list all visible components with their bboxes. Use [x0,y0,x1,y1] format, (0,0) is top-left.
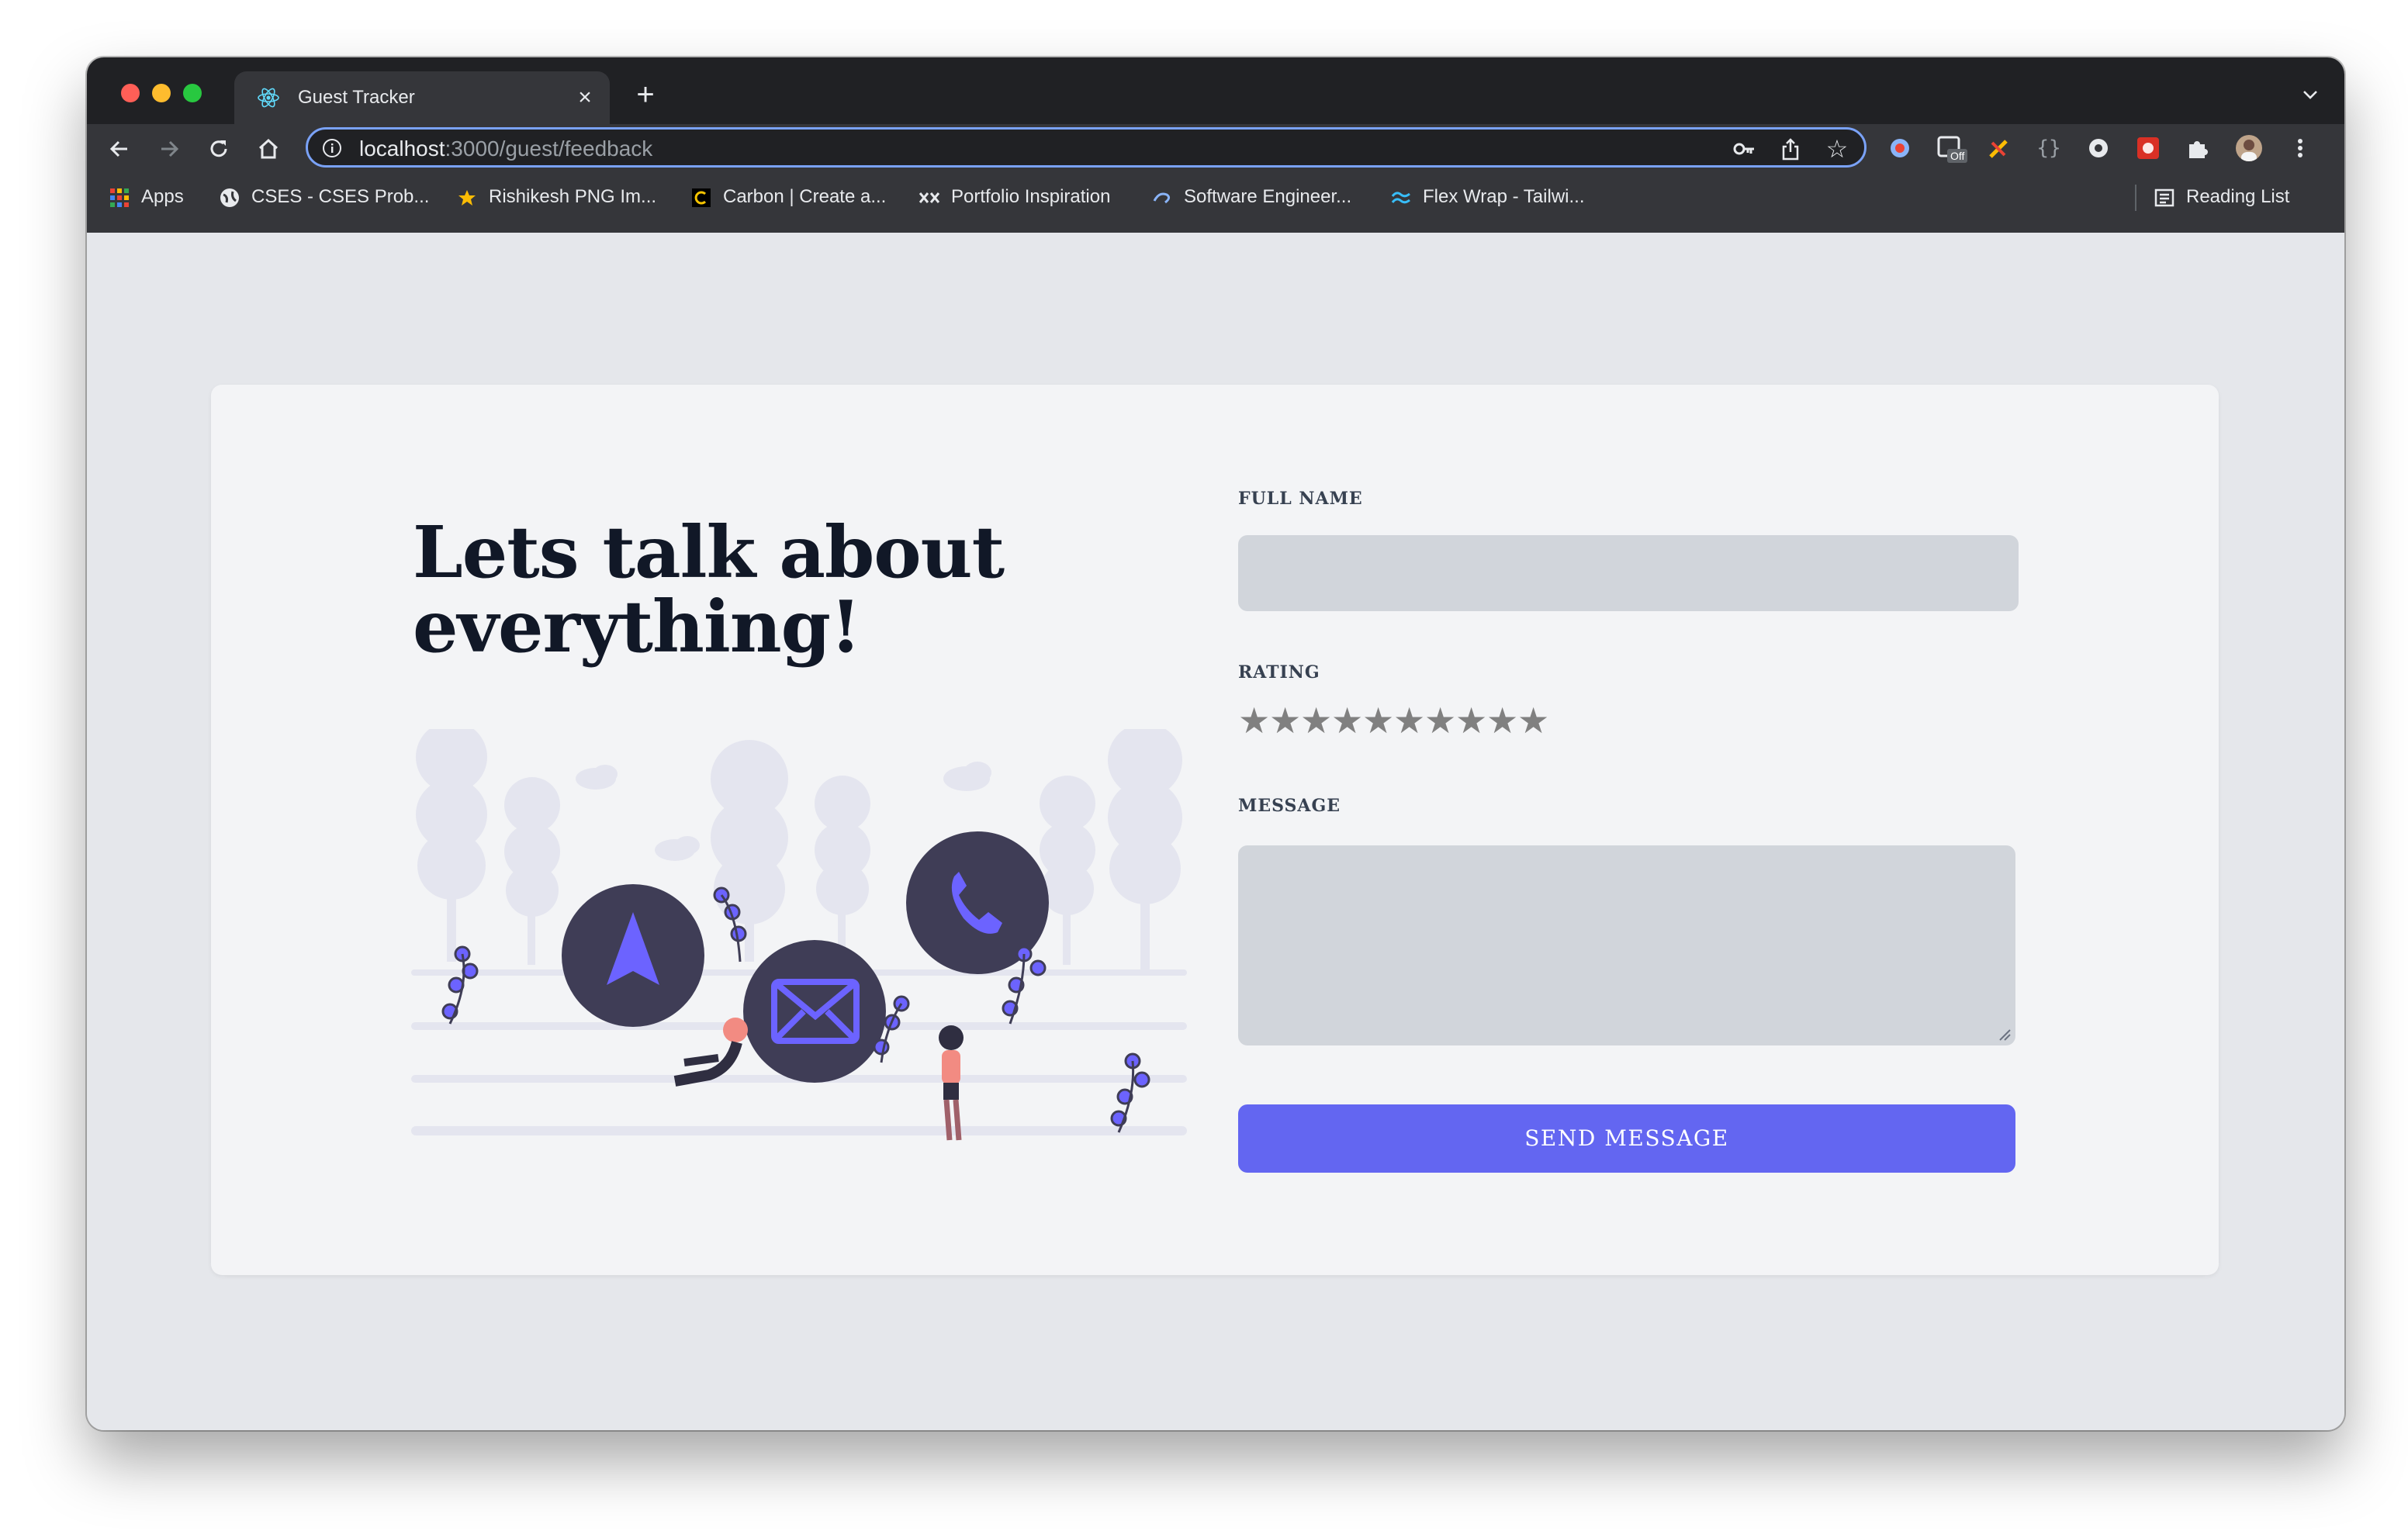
address-bar[interactable]: localhost:3000/guest/feedback ☆ [306,127,1867,168]
bookmark-star-icon[interactable]: ☆ [1824,136,1850,162]
rating-label: RATING [1238,662,1320,683]
extension-off-badge: Off [1947,149,1968,163]
extension-off-icon[interactable]: Off [1936,135,1968,163]
full-name-input[interactable] [1238,535,2019,611]
new-tab-icon[interactable]: + [630,79,661,110]
reading-list-icon [2154,188,2174,206]
star-badge-icon [458,189,476,206]
maximize-window-button[interactable] [183,84,202,102]
extension-circle-icon[interactable] [2085,135,2112,161]
reload-icon[interactable] [205,135,233,163]
carbon-icon [692,188,711,207]
rating-star-2[interactable]: ★ [1269,701,1301,740]
reading-list-button[interactable]: Reading List [2154,183,2289,211]
bookmark-rishikesh[interactable]: Rishikesh PNG Im... [456,183,656,211]
rating-star-1[interactable]: ★ [1238,701,1270,740]
home-icon[interactable] [254,135,282,163]
bookmark-software[interactable]: Software Engineer... [1151,183,1351,211]
rating-star-5[interactable]: ★ [1362,701,1394,740]
rating-star-10[interactable]: ★ [1517,701,1549,740]
url-text[interactable]: localhost:3000/guest/feedback [359,136,652,162]
bookmark-tailwind[interactable]: Flex Wrap - Tailwi... [1390,183,1585,211]
bookmark-carbon[interactable]: Carbon | Create a... [690,183,886,211]
rating-star-4[interactable]: ★ [1331,701,1363,740]
key-icon[interactable] [1732,139,1756,159]
chevron-down-icon[interactable] [2299,85,2321,104]
bookmark-portfolio[interactable]: Portfolio Inspiration [919,183,1110,211]
rating-star-9[interactable]: ★ [1486,701,1518,740]
title-bar: Guest Tracker × + [87,57,2344,124]
globe-icon [220,188,239,207]
bookmarks-divider [2135,185,2136,211]
send-message-button[interactable]: SEND MESSAGE [1238,1104,2015,1173]
rating-star-7[interactable]: ★ [1424,701,1456,740]
close-window-button[interactable] [121,84,140,102]
swirl-icon [1153,192,1171,203]
rating-star-8[interactable]: ★ [1455,701,1487,740]
full-name-label: FULL NAME [1238,489,1363,509]
bookmark-apps[interactable]: Apps [109,183,184,211]
feedback-card: Lets talk about everything! FULL NAME RA… [211,385,2219,1275]
more-menu-icon[interactable] [2287,135,2313,161]
extension-globe-icon[interactable] [1887,135,1913,161]
tab-guest-tracker[interactable]: Guest Tracker × [234,71,610,124]
close-tab-icon[interactable]: × [571,84,599,112]
browser-window: Guest Tracker × + localhost:3000/guest/f… [87,57,2344,1430]
forward-arrow-icon[interactable] [155,135,183,163]
rating-star-3[interactable]: ★ [1300,701,1332,740]
resize-handle-icon[interactable] [1997,1027,2011,1041]
apps-grid-icon [110,188,129,207]
xx-logo-icon [919,192,940,203]
extension-pencil-icon[interactable] [1986,135,2012,161]
profile-avatar[interactable] [2236,135,2262,161]
rating-stars: ★ ★ ★ ★ ★ ★ ★ ★ ★ ★ [1238,701,1549,741]
extension-red-icon[interactable] [2135,135,2161,161]
page-headline: Lets talk about everything! [413,515,1033,664]
browser-toolbar: localhost:3000/guest/feedback ☆ Off {} [87,124,2344,172]
contact-illustration [411,729,1187,1141]
message-label: MESSAGE [1238,796,1341,816]
extensions-puzzle-icon[interactable] [2185,135,2211,161]
extension-braces-icon[interactable]: {} [2036,135,2062,161]
react-logo-icon [258,88,279,108]
page-viewport: Lets talk about everything! FULL NAME RA… [87,233,2344,1430]
headline-line-1: Lets talk about [413,510,1005,594]
minimize-window-button[interactable] [152,84,171,102]
headline-line-2: everything! [413,585,861,669]
back-arrow-icon[interactable] [106,135,133,163]
site-info-icon[interactable] [322,138,342,158]
message-textarea[interactable] [1238,845,2015,1045]
share-icon[interactable] [1779,137,1802,161]
tailwind-icon [1391,192,1410,203]
rating-star-6[interactable]: ★ [1393,701,1425,740]
tab-title: Guest Tracker [298,87,415,108]
bookmark-cses[interactable]: CSES - CSES Prob... [219,183,429,211]
